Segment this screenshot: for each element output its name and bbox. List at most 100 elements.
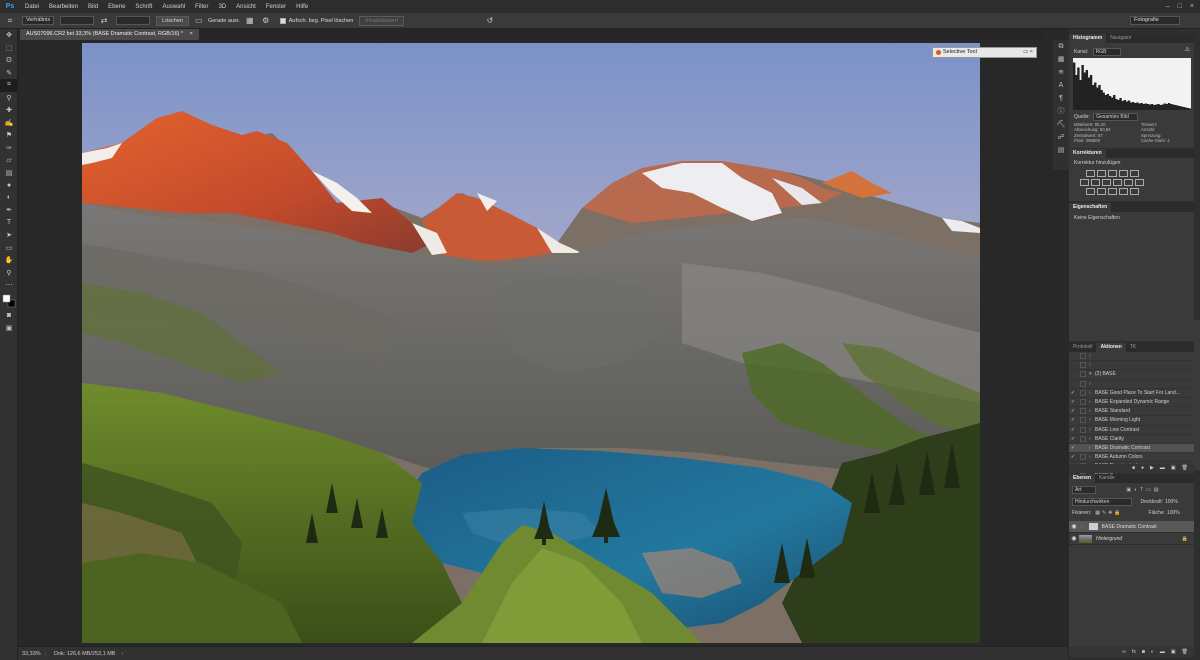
zoom-tool-icon[interactable]: ⚲ xyxy=(0,267,18,280)
ratio-height-field[interactable] xyxy=(116,16,151,25)
color-swatches[interactable] xyxy=(0,292,18,310)
type-tool-icon[interactable]: T xyxy=(0,217,18,230)
eyedropper-tool-icon[interactable]: ⚲ xyxy=(0,92,18,105)
play-icon[interactable]: ▶ xyxy=(1150,464,1154,473)
action-toggle-check-icon[interactable]: ✓ xyxy=(1069,427,1077,433)
visibility-eye-icon[interactable]: ◉ xyxy=(1069,535,1079,542)
dialog-toggle-box[interactable] xyxy=(1080,353,1086,360)
action-item[interactable]: ✓ › BASE Good Place To Start For Land... xyxy=(1069,389,1194,398)
new-set-icon[interactable]: ▬ xyxy=(1160,464,1165,473)
action-item[interactable]: ✓ › BASE Expanded Dynamic Range xyxy=(1069,398,1194,408)
delete-layer-icon[interactable]: 🗑 xyxy=(1182,647,1188,657)
selective-tool-panel[interactable]: Selective Tool ▭ × xyxy=(932,47,1037,58)
action-item[interactable]: › xyxy=(1069,380,1194,389)
visibility-eye-icon[interactable]: ◉ xyxy=(1069,523,1079,530)
action-item[interactable]: ✓ › BASE Dramatic Contrast xyxy=(1069,443,1194,454)
path-select-tool-icon[interactable]: ➤ xyxy=(0,229,18,242)
levels-icon[interactable] xyxy=(1097,170,1106,177)
paragraph-panel-icon[interactable]: ¶ xyxy=(1053,92,1069,105)
crop-tool-icon[interactable]: ⌗ xyxy=(4,16,16,26)
menu-5[interactable]: Auswahl xyxy=(157,4,190,10)
black-white-icon[interactable] xyxy=(1102,179,1111,186)
stamp-tool-icon[interactable]: ⚑ xyxy=(0,129,18,142)
lasso-tool-icon[interactable]: ʘ xyxy=(0,54,18,67)
overlay-grid-icon[interactable]: ▦ xyxy=(244,16,256,26)
tab-adjustments[interactable]: Korrekturen xyxy=(1069,149,1106,158)
close-tab-icon[interactable]: × xyxy=(190,31,193,37)
tab-navigator[interactable]: Navigator xyxy=(1106,34,1135,43)
quick-mask-icon[interactable]: ◙ xyxy=(0,310,18,323)
menu-1[interactable]: Bearbeiten xyxy=(44,4,83,10)
dialog-toggle-box[interactable] xyxy=(1080,426,1086,433)
styles-panel-icon[interactable]: ▤ xyxy=(1053,144,1069,157)
menu-2[interactable]: Bild xyxy=(83,4,103,10)
close-button[interactable]: × xyxy=(1190,3,1194,10)
delete-cropped-checkbox[interactable] xyxy=(279,17,286,24)
color-balance-icon[interactable] xyxy=(1091,179,1100,186)
action-item[interactable]: ✓ › BASE Clarity xyxy=(1069,435,1194,444)
tab-properties[interactable]: Eigenschaften xyxy=(1069,203,1112,212)
link-layers-icon[interactable]: ∞ xyxy=(1122,647,1126,657)
dialog-toggle-box[interactable] xyxy=(1080,435,1086,442)
tab-histogram[interactable]: Histogramm xyxy=(1069,34,1107,43)
opacity-value[interactable]: 100% xyxy=(1165,499,1178,505)
foreground-background-color-icon[interactable] xyxy=(2,294,16,308)
content-aware-button[interactable]: Inhaltsbasiert xyxy=(359,15,404,26)
eraser-tool-icon[interactable]: ▱ xyxy=(0,154,18,167)
delete-icon[interactable]: 🗑 xyxy=(1182,464,1188,473)
status-arrow-icon[interactable]: › xyxy=(121,651,123,657)
action-toggle-check-icon[interactable]: ✓ xyxy=(1069,408,1077,414)
action-toggle-check-icon[interactable]: ✓ xyxy=(1069,399,1077,405)
crop-tool-icon[interactable]: ⌗ xyxy=(0,79,18,92)
source-dropdown[interactable]: Gesamtes Bild xyxy=(1093,113,1138,121)
expand-arrow-icon[interactable]: › xyxy=(1089,362,1095,368)
new-layer-icon[interactable]: ▣ xyxy=(1171,647,1176,657)
healing-tool-icon[interactable]: ✚ xyxy=(0,104,18,117)
channel-dropdown[interactable]: RGB xyxy=(1092,48,1122,56)
fx-icon[interactable]: fx xyxy=(1132,647,1136,657)
brush-tool-icon[interactable]: ✍ xyxy=(0,117,18,130)
marquee-tool-icon[interactable]: ⬚ xyxy=(0,42,18,55)
straighten-icon[interactable]: ▭ xyxy=(193,16,205,26)
clear-button[interactable]: Löschen xyxy=(156,15,189,26)
invert-icon[interactable] xyxy=(1086,188,1095,195)
shape-tool-icon[interactable]: ▭ xyxy=(0,242,18,255)
menu-10[interactable]: Hilfe xyxy=(291,4,313,10)
document-info[interactable]: Dok: 126,6 MB/253,1 MB xyxy=(54,651,115,657)
action-toggle-check-icon[interactable]: ✓ xyxy=(1069,445,1077,451)
action-item[interactable]: ✓ › BASE Morning Light xyxy=(1069,416,1194,426)
record-icon[interactable]: ● xyxy=(1141,464,1144,473)
dialog-toggle-box[interactable] xyxy=(1080,417,1086,424)
action-item[interactable]: › xyxy=(1069,361,1194,371)
dialog-toggle-box[interactable] xyxy=(1080,362,1086,369)
quick-select-tool-icon[interactable]: ✎ xyxy=(0,67,18,80)
threshold-icon[interactable] xyxy=(1108,188,1117,195)
action-item[interactable]: ▾ (2) BASE xyxy=(1069,370,1194,380)
exposure-icon[interactable] xyxy=(1119,170,1128,177)
selective-color-icon[interactable] xyxy=(1130,188,1139,195)
layer-row[interactable]: ◉ › BASE Dramatic Contrast xyxy=(1069,521,1194,533)
hand-tool-icon[interactable]: ✋ xyxy=(0,254,18,267)
reset-icon[interactable]: ↺ xyxy=(484,16,496,26)
action-toggle-check-icon[interactable]: ✓ xyxy=(1069,390,1077,396)
posterize-icon[interactable] xyxy=(1097,188,1106,195)
new-action-icon[interactable]: ▣ xyxy=(1171,464,1176,473)
history-panel-icon[interactable]: ⧉ xyxy=(1053,40,1069,53)
tab-channels[interactable]: Kanäle xyxy=(1095,474,1119,483)
tab-layers[interactable]: Ebenen xyxy=(1069,474,1096,483)
add-mask-icon[interactable]: ◙ xyxy=(1142,647,1145,657)
action-item[interactable]: ✓ › BASE Low Contrast xyxy=(1069,426,1194,435)
workspace-dropdown[interactable]: Fotografie xyxy=(1130,16,1180,25)
color-lookup-icon[interactable] xyxy=(1135,179,1144,186)
brightness-icon[interactable] xyxy=(1086,170,1095,177)
action-toggle-check-icon[interactable]: ✓ xyxy=(1069,454,1077,460)
expand-arrow-icon[interactable]: › xyxy=(1089,353,1095,359)
curves-icon[interactable] xyxy=(1108,170,1117,177)
menu-8[interactable]: Ansicht xyxy=(231,4,261,10)
lock-icons[interactable]: ▦✎✥🔒 xyxy=(1095,510,1122,516)
layer-row[interactable]: ◉ Hintergrund 🔒 xyxy=(1069,533,1194,545)
menu-0[interactable]: Datei xyxy=(20,4,44,10)
settings-gear-icon[interactable]: ⚙ xyxy=(260,16,272,26)
fill-value[interactable]: 100% xyxy=(1167,510,1180,516)
action-item[interactable]: ✓ › BASE Autumn Colors xyxy=(1069,453,1194,463)
